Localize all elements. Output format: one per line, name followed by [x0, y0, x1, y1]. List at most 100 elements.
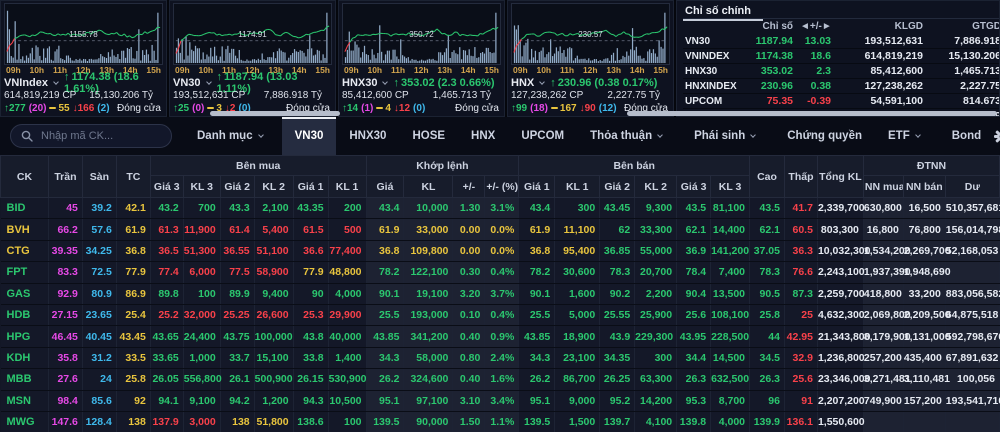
stock-row-gas[interactable]: GAS92.980.986.989.810089.99,400904,00090… [1, 283, 1000, 304]
stock-row-hdb[interactable]: HDB27.1523.6525.425.232,00025.2526,60025… [1, 304, 1000, 325]
cell-tong-kl: 2,207,200 [817, 390, 863, 411]
settings-gear-icon[interactable] [994, 129, 1000, 144]
cell-match-gia: 43.4 [366, 198, 404, 219]
index-selector[interactable]: HNX [511, 77, 550, 89]
index-row-upcom[interactable]: UPCOM75.35-0.3954,591,100814.673↑178656↓… [683, 94, 1000, 109]
market-tabs: Danh mụcVN30HNX30HOSEHNXUPCOMThỏa thuậnP… [184, 117, 994, 155]
index-klgd: 193,512,631 [837, 34, 929, 49]
index-row-hnxindex[interactable]: HNXINDEX230.960.38127,238,2622,227.75↑99… [683, 79, 1000, 94]
index-row-hnx30[interactable]: HNX30353.022.385,412,6001,465.713↑144↓12 [683, 64, 1000, 79]
stock-row-hpg[interactable]: HPG46.4540.4543.4543.6524,40043.75100,00… [1, 326, 1000, 347]
cell-thap: 76.6 [784, 262, 817, 283]
stock-row-fpt[interactable]: FPT83.372.577.977.46,00077.558,90077.948… [1, 262, 1000, 283]
stock-row-mwg[interactable]: MWG147.6128.4138137.93,00013851,800138.6… [1, 411, 1000, 432]
chevron-down-icon [539, 79, 545, 85]
ticker-symbol: MBB [1, 369, 49, 390]
tab-chi-so-chinh[interactable]: Chỉ số chính [683, 3, 763, 21]
svg-text:1174.91: 1174.91 [238, 30, 267, 39]
cell-sell-kl2: 25,900 [635, 304, 677, 325]
price-chart: 350.72 [342, 3, 501, 65]
svg-text:230.57: 230.57 [578, 30, 603, 39]
index-points: 230.96 [745, 79, 799, 94]
cell-sell-kl1: 9,000 [555, 390, 600, 411]
cell-thap: 36.3 [784, 240, 817, 261]
trading-board: 1155.7809h10h11h12h13h14h15hVNIndex↑1174… [0, 0, 1000, 432]
cell-thap: 136.1 [784, 411, 817, 432]
index-row-vn30[interactable]: VN301187.9413.03193,512,6317,886.918↑253… [683, 34, 1000, 49]
chevron-down-icon [258, 132, 264, 138]
cell-san: 40.45 [82, 326, 116, 347]
stock-row-bvh[interactable]: BVH66.257.661.961.311,90061.45,40061.550… [1, 219, 1000, 240]
time-label: 11h [391, 65, 405, 76]
tab-danh-muc[interactable]: Danh mục [184, 117, 282, 155]
tab-etf[interactable]: ETF [875, 117, 939, 155]
cell-sell-kl3: 7,400 [711, 262, 750, 283]
tab-bond[interactable]: Bond [939, 117, 994, 155]
cell-match-chg: 0.30 [453, 262, 485, 283]
flat-icon [376, 107, 383, 110]
time-axis: 09h10h11h12h13h14h15h [511, 65, 670, 76]
cell-buy-gia1: 43.35 [293, 198, 328, 219]
tab-thoa-thuan[interactable]: Thỏa thuận [577, 117, 681, 155]
cell-buy-kl1: 29,900 [328, 304, 366, 325]
cell-buy-gia2: 36.55 [220, 240, 254, 261]
cell-buy-kl1: 100 [328, 411, 366, 432]
index-selector[interactable]: HNX30 [342, 77, 393, 89]
tab-phai-sinh[interactable]: Phái sinh [681, 117, 774, 155]
tab-vn30[interactable]: VN30 [282, 117, 337, 155]
time-label: 13h [437, 65, 452, 76]
cell-nn-mua: 1,937,390 [863, 262, 903, 283]
cell-buy-gia3: 61.3 [150, 219, 183, 240]
tab-hnx[interactable]: HNX [458, 117, 508, 155]
market-status: Đóng cửa [117, 102, 163, 115]
index-change: 18.6 [799, 49, 837, 64]
ticker-symbol: KDH [1, 347, 49, 368]
cell-du: 67,891,632 [945, 347, 999, 368]
index-selector[interactable]: VNIndex [4, 77, 64, 89]
cell-du: 193,541,710 [945, 390, 999, 411]
index-points: 1174.38 [745, 49, 799, 64]
cell-buy-gia3: 25.2 [150, 304, 183, 325]
index-gtgd: 814.673 [929, 94, 1000, 109]
stock-row-msn[interactable]: MSN98.485.69294.19,10094.21,20094.310,50… [1, 390, 1000, 411]
cell-match-pct: 3.1% [485, 198, 519, 219]
summary-scrollbar-thumb[interactable] [627, 111, 997, 116]
col-tran: Trần [48, 156, 82, 198]
stock-row-bid[interactable]: BID4539.242.143.270043.32,10043.3520043.… [1, 198, 1000, 219]
cell-buy-kl1: 200 [328, 198, 366, 219]
stock-row-kdh[interactable]: KDH35.831.233.533.651,00033.715,10033.81… [1, 347, 1000, 368]
cell-san: 85.6 [82, 390, 116, 411]
charts-scrollbar-thumb[interactable] [210, 111, 340, 116]
decliners-count: ↓166 [73, 102, 95, 115]
cell-sell-gia3: 95.3 [677, 390, 711, 411]
index-selector[interactable]: VN30 [173, 77, 217, 89]
stock-row-mbb[interactable]: MBB27.62425.826.05556,80026.1500,90026.1… [1, 369, 1000, 390]
tab-hnx30[interactable]: HNX30 [336, 117, 399, 155]
cell-nn-mua: 2,069,800 [863, 304, 903, 325]
time-label: 15h [484, 65, 499, 76]
stock-row-ctg[interactable]: CTG39.3534.2536.836.551,30036.5551,10036… [1, 240, 1000, 261]
search-input[interactable] [39, 129, 161, 143]
index-volume: 85,412,600 CP [342, 90, 409, 102]
col-change: ◄+/-► [799, 19, 837, 34]
index-row-vnindex[interactable]: VNINDEX1174.3818.6614,819,21915,130.206↑… [683, 49, 1000, 64]
search-box[interactable] [10, 124, 172, 148]
cell-tong-kl: 2,259,700 [817, 283, 863, 304]
chevron-down-icon [206, 79, 212, 85]
cell-tran: 39.35 [48, 240, 82, 261]
tab-upcom[interactable]: UPCOM [508, 117, 577, 155]
col-match-kl: KL [404, 176, 453, 198]
cell-match-gia: 43.85 [366, 326, 404, 347]
cell-match-chg: 0.40 [453, 369, 485, 390]
price-chart: 1174.91 [173, 3, 332, 65]
cell-buy-gia1: 43.8 [293, 326, 328, 347]
cell-cao: 96 [750, 390, 785, 411]
cell-sell-kl1: 1,600 [555, 283, 600, 304]
cell-thap: 42.95 [784, 326, 817, 347]
cell-sell-gia1: 90.1 [519, 283, 555, 304]
tab-chung-quyen[interactable]: Chứng quyền [774, 117, 875, 155]
cell-sell-gia3: 26.3 [677, 369, 711, 390]
ticker-symbol: CTG [1, 240, 49, 261]
cell-buy-gia3: 26.05 [150, 369, 183, 390]
tab-hose[interactable]: HOSE [399, 117, 458, 155]
